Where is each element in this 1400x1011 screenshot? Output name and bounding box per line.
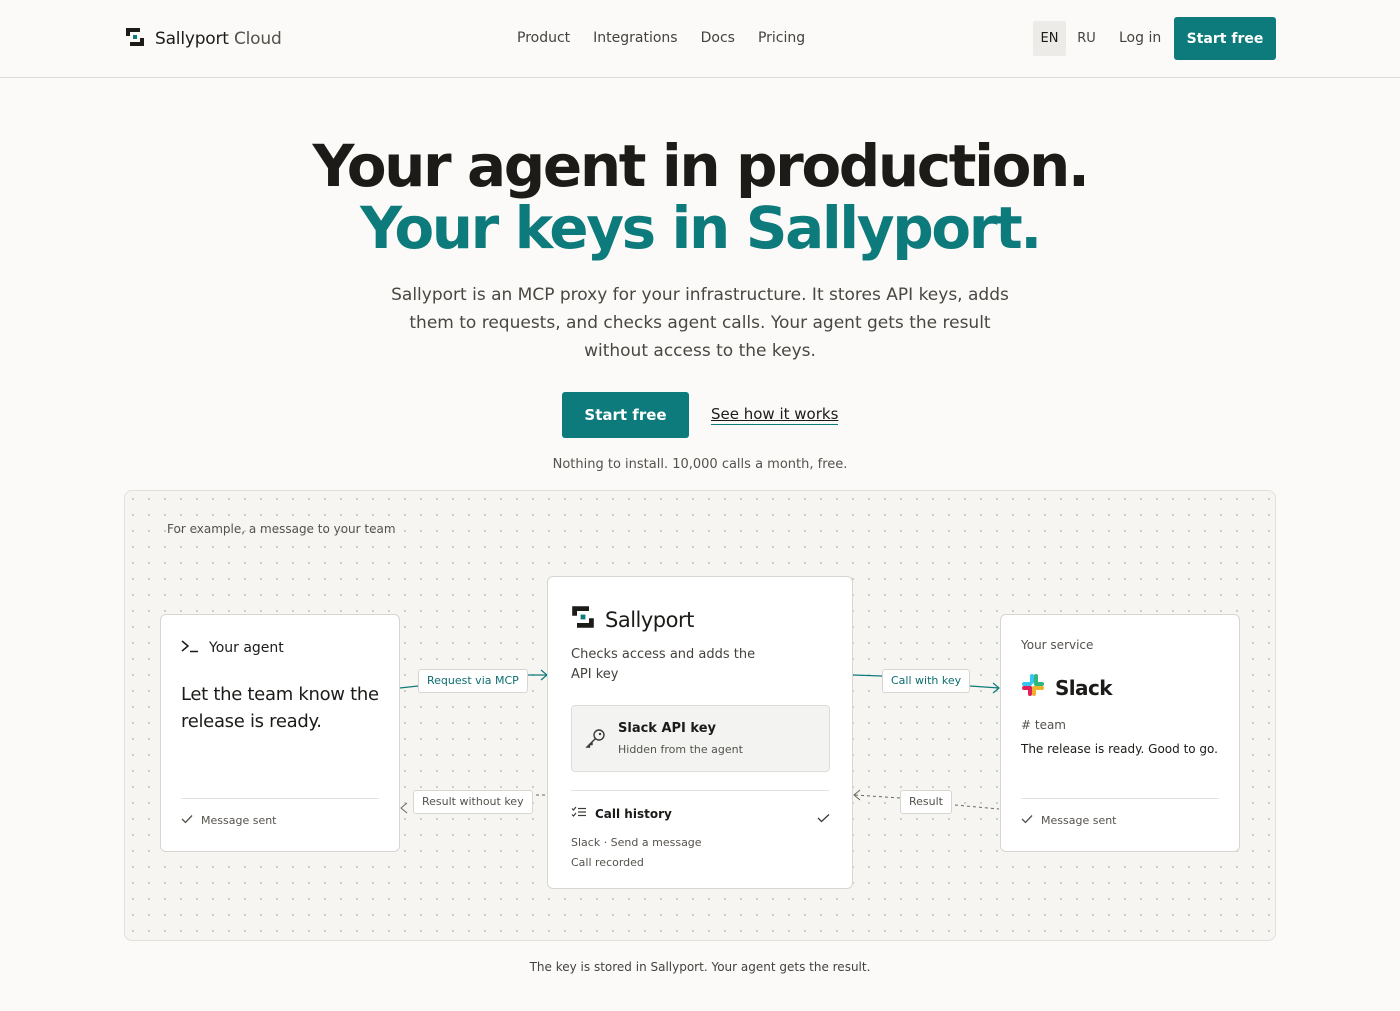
- agent-title: Your agent: [209, 640, 284, 656]
- brand-name: Sallyport Cloud: [155, 29, 282, 49]
- sallyport-card-header: Sallyport: [571, 605, 694, 634]
- sallyport-card: Sallyport Checks access and adds the API…: [547, 576, 853, 889]
- nav-pricing[interactable]: Pricing: [758, 30, 805, 46]
- hero-note: Nothing to install. 10,000 calls a month…: [552, 457, 848, 472]
- terminal-icon: [181, 639, 199, 657]
- service-card: Your service Slack # team The release is…: [1000, 614, 1240, 852]
- sallyport-divider: [571, 790, 829, 791]
- api-key-title: Slack API key: [618, 721, 717, 736]
- hero-start-free-button[interactable]: Start free: [562, 392, 689, 438]
- agent-status: Message sent: [181, 814, 277, 827]
- nav-integrations[interactable]: Integrations: [593, 30, 677, 46]
- diagram-footnote: The key is stored in Sallyport. Your age…: [529, 960, 871, 974]
- sallyport-description: Checks access and adds the API key: [571, 647, 756, 682]
- hero-title-line2: Your keys in Sallyport.: [360, 194, 1042, 262]
- api-key-box: Slack API key Hidden from the agent: [571, 705, 830, 772]
- sallyport-title: Sallyport: [605, 607, 694, 632]
- service-status: Message sent: [1021, 814, 1117, 827]
- service-label: Your service: [1021, 638, 1094, 652]
- agent-status-text: Message sent: [201, 814, 277, 827]
- result-label: Result: [900, 790, 952, 814]
- call-with-key-label: Call with key: [882, 669, 971, 693]
- service-message: The release is ready. Good to go.: [1021, 742, 1218, 756]
- brand-logo[interactable]: Sallyport Cloud: [125, 27, 282, 51]
- call-history-status: Call recorded: [571, 856, 644, 869]
- see-how-it-works-link[interactable]: See how it works: [711, 405, 839, 425]
- check-icon: [817, 808, 830, 827]
- agent-card-header: Your agent: [181, 639, 284, 657]
- service-status-text: Message sent: [1041, 814, 1117, 827]
- agent-message: Let the team know the release is ready.: [181, 684, 379, 732]
- call-history-title: Call history: [595, 806, 672, 821]
- checklist-icon: [571, 806, 587, 821]
- main-nav: Product Integrations Docs Pricing: [517, 30, 805, 46]
- agent-card: Your agent Let the team know the release…: [160, 614, 400, 852]
- call-history-header: Call history: [571, 806, 672, 821]
- check-icon: [1021, 814, 1033, 827]
- call-history-entry: Slack · Send a message: [571, 836, 702, 849]
- sallyport-logo-icon: [571, 605, 595, 634]
- service-divider: [1021, 798, 1219, 799]
- service-name: Slack: [1021, 673, 1113, 702]
- nav-docs[interactable]: Docs: [701, 30, 735, 46]
- request-via-mcp-label: Request via MCP: [418, 669, 528, 693]
- slack-logo-icon: [1021, 673, 1045, 702]
- hero-title-line1: Your agent in production.: [312, 132, 1090, 200]
- diagram-label: For example, a message to your team: [167, 522, 396, 536]
- api-key-subtitle: Hidden from the agent: [618, 743, 743, 756]
- check-icon: [181, 814, 193, 827]
- lang-en-button[interactable]: EN: [1033, 21, 1066, 56]
- sallyport-logo-icon: [125, 27, 145, 51]
- key-icon: [584, 726, 608, 754]
- result-without-key-label: Result without key: [413, 790, 533, 814]
- hero-lead: Sallyport is an MCP proxy for your infra…: [391, 285, 1009, 361]
- service-channel: # team: [1021, 718, 1066, 732]
- service-name-text: Slack: [1055, 675, 1113, 700]
- header-start-free-button[interactable]: Start free: [1174, 17, 1276, 60]
- site-header: Sallyport Cloud Product Integrations Doc…: [0, 0, 1400, 78]
- agent-divider: [181, 798, 379, 799]
- lang-ru-button[interactable]: RU: [1070, 21, 1103, 56]
- nav-product[interactable]: Product: [517, 30, 570, 46]
- login-link[interactable]: Log in: [1119, 30, 1161, 46]
